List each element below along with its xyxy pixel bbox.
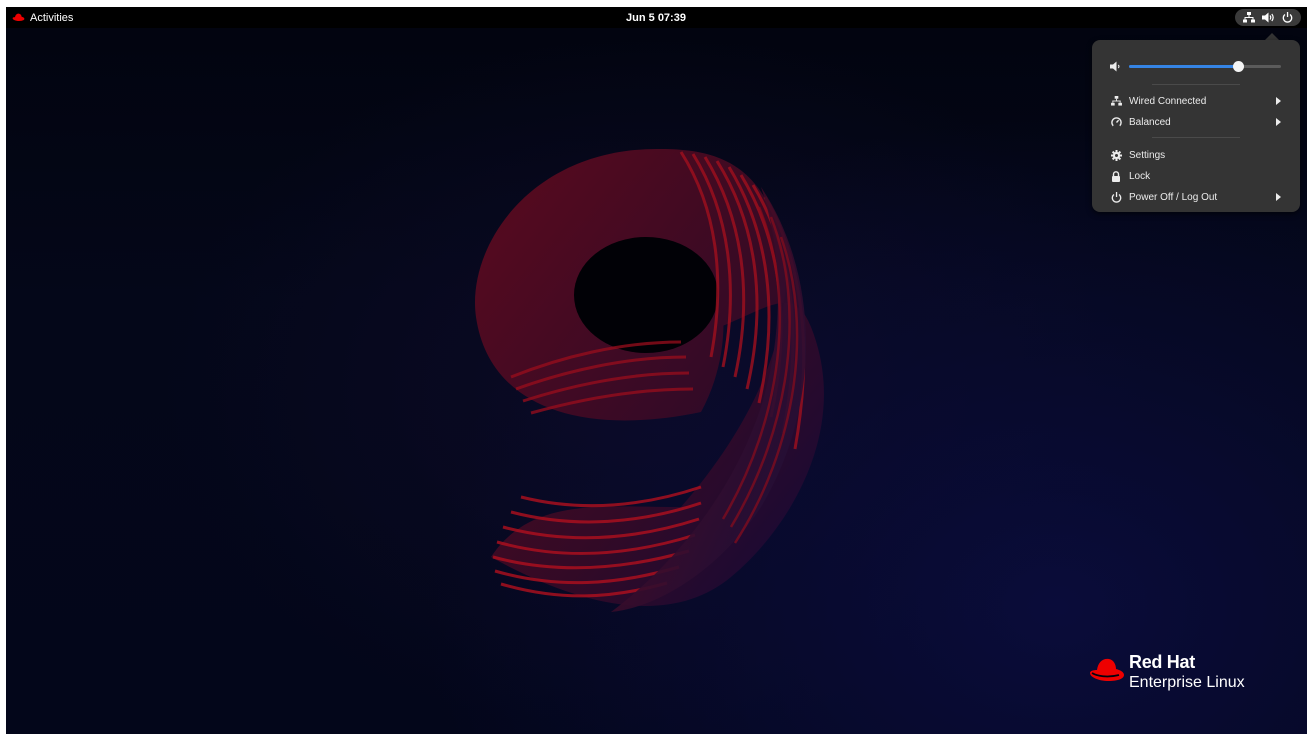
red-hat-small-icon — [12, 13, 25, 21]
menu-separator — [1152, 137, 1240, 138]
menu-item-label: Wired Connected — [1129, 95, 1207, 107]
submenu-arrow-icon — [1276, 193, 1281, 201]
menu-item-lock[interactable]: Lock — [1092, 166, 1300, 186]
menu-item-label: Balanced — [1129, 116, 1171, 128]
volume-slider[interactable] — [1129, 61, 1281, 72]
red-hat-logo: Red Hat Enterprise Linux — [1089, 650, 1289, 700]
brand-subtitle: Enterprise Linux — [1129, 674, 1245, 691]
system-menu: Wired Connected Balanced Settings Lock P… — [1092, 40, 1300, 212]
menu-item-power-off[interactable]: Power Off / Log Out — [1092, 187, 1300, 207]
activities-label: Activities — [30, 11, 74, 24]
desktop: Red Hat Enterprise Linux Activities Jun … — [6, 7, 1307, 734]
brand-title: Red Hat — [1129, 652, 1195, 672]
menu-item-label: Power Off / Log Out — [1129, 191, 1218, 203]
volume-slider-fill — [1129, 65, 1239, 68]
wallpaper-nine-graphic — [474, 148, 824, 612]
volume-slider-row — [1092, 56, 1300, 76]
system-status-area[interactable] — [1235, 9, 1301, 26]
menu-item-settings[interactable]: Settings — [1092, 145, 1300, 165]
lock-icon — [1110, 170, 1122, 182]
menu-separator — [1152, 84, 1240, 85]
power-icon — [1110, 191, 1122, 203]
activities-button[interactable]: Activities — [12, 7, 73, 28]
power-icon — [1282, 12, 1293, 23]
network-wired-icon — [1242, 12, 1255, 23]
speaker-icon[interactable] — [1110, 60, 1122, 72]
clock[interactable]: Jun 5 07:39 — [606, 7, 706, 28]
menu-item-label: Lock — [1129, 170, 1151, 182]
gear-icon — [1110, 149, 1122, 161]
red-hat-logo-icon — [1090, 658, 1124, 681]
menu-item-power-profile[interactable]: Balanced — [1092, 112, 1300, 132]
submenu-arrow-icon — [1276, 97, 1281, 105]
menu-item-wired[interactable]: Wired Connected — [1092, 91, 1300, 111]
volume-icon — [1261, 12, 1275, 23]
top-bar: Activities Jun 5 07:39 — [6, 7, 1307, 28]
menu-item-label: Settings — [1129, 149, 1166, 161]
volume-slider-handle[interactable] — [1233, 61, 1245, 72]
power-profile-icon — [1110, 116, 1122, 128]
submenu-arrow-icon — [1276, 118, 1281, 126]
network-wired-icon — [1110, 95, 1122, 107]
